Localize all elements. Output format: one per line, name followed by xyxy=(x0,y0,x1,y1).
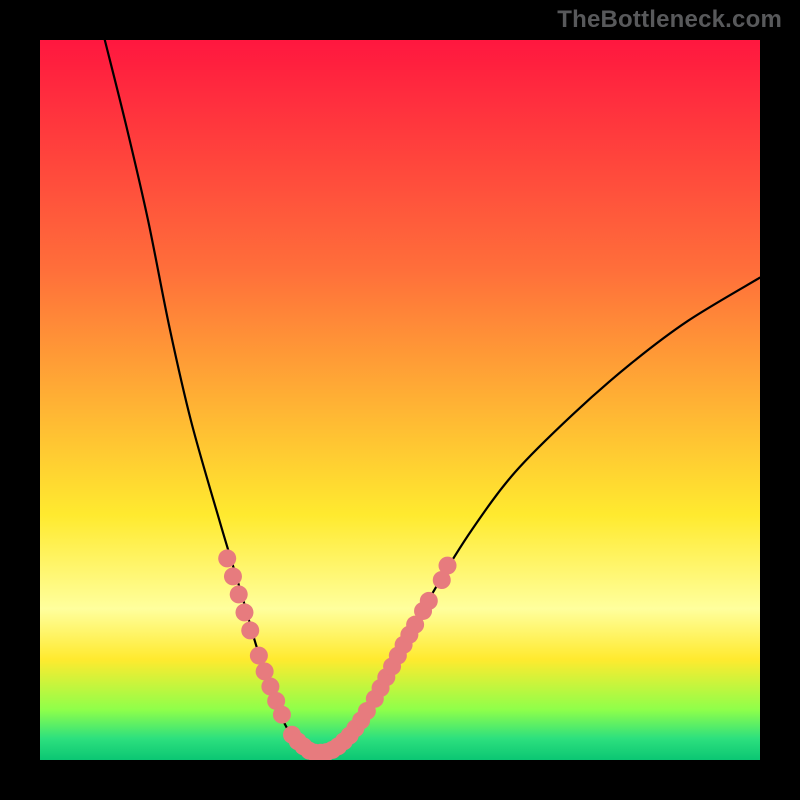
background-gradient xyxy=(40,40,760,760)
plot-area xyxy=(40,40,760,760)
chart-stage: TheBottleneck.com xyxy=(0,0,800,800)
branding-label: TheBottleneck.com xyxy=(557,6,782,34)
